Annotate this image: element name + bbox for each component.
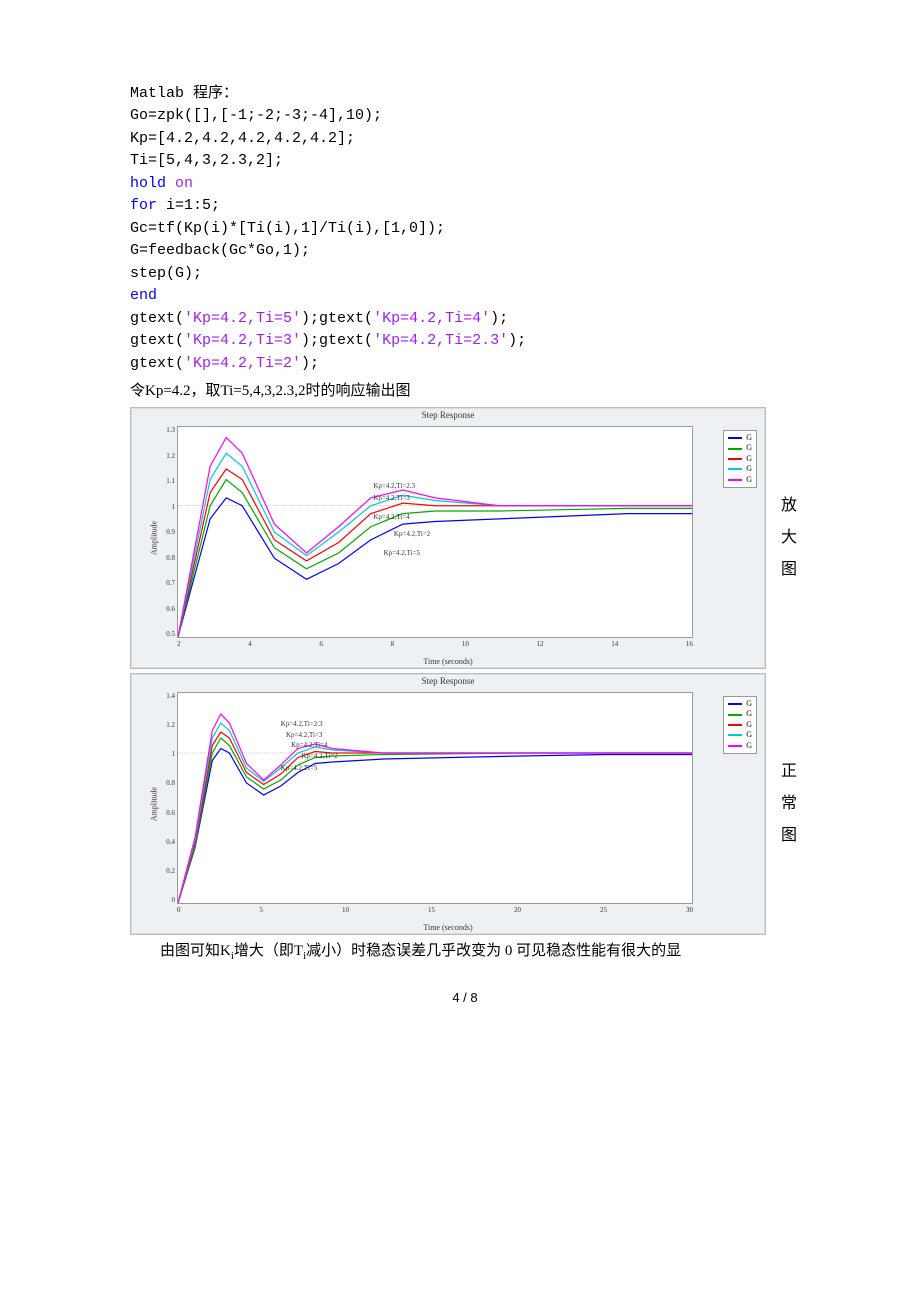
- side-label-normal: 正常图: [778, 673, 800, 935]
- side-label-zoom: 放大图: [778, 407, 800, 669]
- x-ticks: 246810121416: [177, 640, 693, 650]
- chart-normal: Step Response Amplitude Time (seconds) 1…: [130, 673, 766, 935]
- code-block: Matlab 程序： Go=zpk([],[-1;-2;-3;-4],10); …: [130, 60, 800, 375]
- y-ticks: 1.31.21.110.90.80.70.60.5: [159, 426, 175, 638]
- conclusion-text: 由图可知Ki增大（即Ti减小）时稳态误差几乎改变为 0 可见稳态性能有很大的显: [130, 939, 800, 966]
- chart-caption: 令Kp=4.2，取Ti=5,4,3,2.3,2时的响应输出图: [130, 379, 800, 403]
- chart-zoomed: Step Response Amplitude Time (seconds) 1…: [130, 407, 766, 669]
- legend: GGGGG: [723, 430, 757, 488]
- page-number: 4 / 8: [130, 990, 800, 1005]
